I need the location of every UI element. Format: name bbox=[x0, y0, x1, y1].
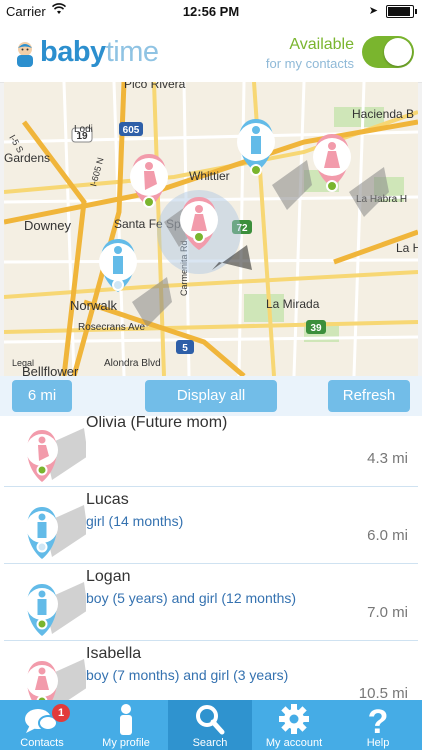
map-shield-605: 605 bbox=[123, 125, 140, 136]
contact-distance: 4.3 mi bbox=[367, 450, 408, 467]
contact-detail: boy (5 years) and girl (12 months) bbox=[86, 590, 297, 606]
map-label: Alondra Blvd bbox=[104, 358, 161, 369]
battery-icon bbox=[386, 5, 417, 18]
status-bar: Carrier 12:56 PM ➤ bbox=[0, 0, 422, 22]
availability-subtitle: for my contacts bbox=[265, 56, 354, 71]
gear-icon bbox=[279, 704, 309, 734]
map-shield-39: 39 bbox=[310, 323, 322, 334]
question-icon: ? bbox=[368, 703, 389, 735]
contact-name: Olivia (Future mom) bbox=[86, 416, 228, 431]
map-label: La Mirada bbox=[266, 297, 320, 311]
person-icon bbox=[120, 704, 132, 735]
chat-icon bbox=[25, 709, 58, 733]
contact-detail: boy (7 months) and girl (3 years) bbox=[86, 667, 289, 683]
location-arrow-icon: ➤ bbox=[368, 5, 378, 17]
tab-my-account[interactable]: My account bbox=[252, 700, 336, 750]
tab-label: Search bbox=[192, 737, 228, 749]
contact-row[interactable]: Lucas girl (14 months) 6.0 mi bbox=[4, 487, 418, 564]
man-pin-icon bbox=[26, 582, 86, 636]
map-label: La H bbox=[396, 241, 418, 255]
tab-label: My account bbox=[265, 737, 323, 749]
map-label: Bellflower bbox=[22, 364, 79, 376]
refresh-button[interactable]: Refresh bbox=[328, 380, 410, 412]
availability-title: Available bbox=[289, 36, 354, 53]
tab-contacts[interactable]: 1 Contacts bbox=[0, 700, 84, 750]
contact-row[interactable]: Logan boy (5 years) and girl (12 months)… bbox=[4, 564, 418, 641]
baby-logo-icon bbox=[17, 42, 33, 67]
pregnant-pin-icon bbox=[26, 428, 86, 482]
contact-distance: 10.5 mi bbox=[358, 685, 408, 700]
map-label: Lodi bbox=[74, 124, 93, 135]
contact-name: Logan bbox=[86, 568, 131, 585]
tab-label: Help bbox=[366, 737, 390, 749]
contact-row[interactable]: Olivia (Future mom) 4.3 mi bbox=[4, 416, 418, 487]
contact-distance: 7.0 mi bbox=[367, 604, 408, 621]
search-icon bbox=[196, 705, 225, 735]
map-label: Rosecrans Ave bbox=[78, 322, 146, 333]
map-label: Norwalk bbox=[70, 298, 117, 313]
map-shield-5: 5 bbox=[182, 343, 188, 354]
logo-word-baby: baby bbox=[40, 36, 106, 68]
app-logo: babytime bbox=[40, 36, 159, 69]
contact-list[interactable]: Olivia (Future mom) 4.3 mi Lucas girl (1… bbox=[0, 416, 422, 700]
svg-text:?: ? bbox=[368, 703, 389, 735]
tab-my-profile[interactable]: My profile bbox=[84, 700, 168, 750]
man-pin-icon bbox=[26, 505, 86, 559]
contacts-badge: 1 bbox=[52, 704, 70, 722]
availability-toggle[interactable] bbox=[362, 36, 414, 68]
app-header: babytime Available for my contacts bbox=[0, 22, 422, 83]
tab-label: My profile bbox=[102, 737, 150, 749]
map-label: Downey bbox=[24, 218, 71, 233]
woman-pin-icon bbox=[26, 659, 86, 700]
toggle-knob bbox=[384, 38, 412, 66]
tab-label: Contacts bbox=[20, 737, 64, 749]
map-canvas: 19 605 5 72 39 Pico Rivera Hacienda B Ga… bbox=[4, 82, 418, 376]
map-label: Whittier bbox=[189, 169, 230, 183]
map-controls-bar: 6 mi Display all Refresh bbox=[0, 376, 422, 416]
clock: 12:56 PM bbox=[182, 4, 240, 19]
tab-help[interactable]: ? Help bbox=[336, 700, 420, 750]
map-label: Gardens bbox=[4, 151, 50, 165]
radius-button[interactable]: 6 mi bbox=[12, 380, 72, 412]
contact-row[interactable]: Isabella boy (7 months) and girl (3 year… bbox=[4, 641, 418, 700]
contact-detail: girl (14 months) bbox=[86, 513, 184, 529]
map-label: Pico Rivera bbox=[124, 82, 186, 91]
map-view[interactable]: 19 605 5 72 39 Pico Rivera Hacienda B Ga… bbox=[4, 82, 418, 376]
contact-name: Lucas bbox=[86, 491, 129, 508]
tab-search[interactable]: Search bbox=[168, 700, 252, 750]
tab-bar: 1 Contacts My profile Search My account bbox=[0, 700, 422, 750]
logo-word-time: time bbox=[105, 36, 159, 68]
contact-distance: 6.0 mi bbox=[367, 527, 408, 544]
map-label: Hacienda B bbox=[352, 107, 414, 121]
contact-name: Isabella bbox=[86, 645, 142, 662]
display-all-button[interactable]: Display all bbox=[145, 380, 277, 412]
availability-label: Available for my contacts bbox=[266, 36, 354, 71]
